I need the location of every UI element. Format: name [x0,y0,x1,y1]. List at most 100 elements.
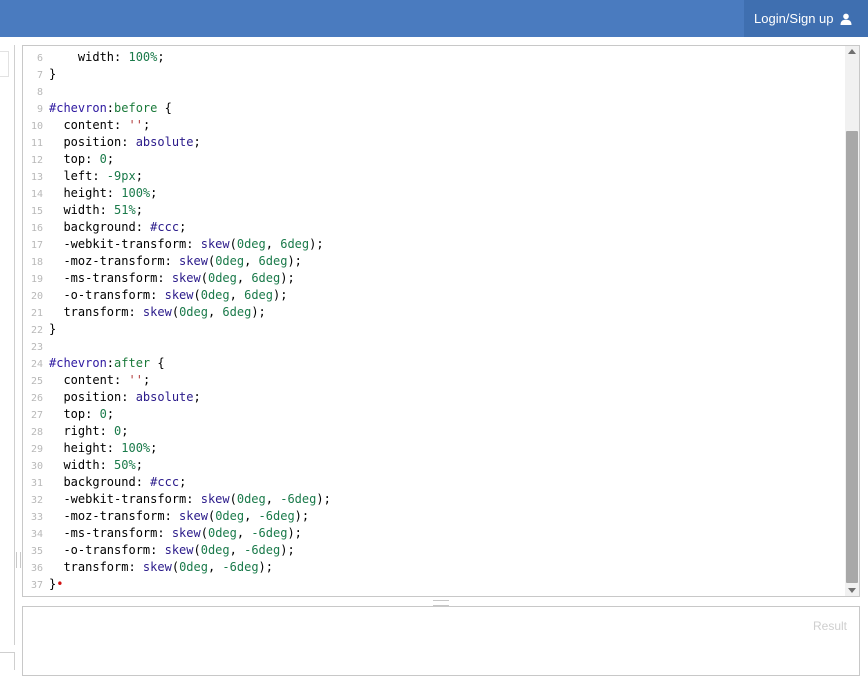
code-line[interactable]: 6 width: 100%; [23,49,845,66]
code-token: -9px [106,169,136,183]
code-token: transform: [49,560,143,574]
code-line[interactable]: 26 position: absolute; [23,389,845,406]
code-token: skew [200,237,230,251]
code-line[interactable]: 24 #chevron:after { [23,355,845,372]
code-line[interactable]: 21 transform: skew(0deg, 6deg); [23,304,845,321]
code-token: top: [49,152,100,166]
code-token: 0 [99,407,107,421]
left-panel-edge [0,45,15,645]
code-line[interactable]: 30 width: 50%; [23,457,845,474]
code-token: ); [273,288,288,302]
code-token: ( [193,543,201,557]
code-token: 0deg [179,560,208,574]
code-token: skew [142,305,172,319]
left-panel-bottom-edge [0,652,15,670]
code-line[interactable]: 33 -moz-transform: skew(0deg, -6deg); [23,508,845,525]
code-line[interactable]: 13 left: -9px; [23,168,845,185]
code-token: '' [128,118,143,132]
code-line[interactable]: 8 [23,83,845,100]
code-token: ); [316,492,331,506]
code-line[interactable]: 10 content: ''; [23,117,845,134]
line-number: 27 [30,410,43,421]
code-token: #chevron [49,101,107,115]
code-token: absolute [135,135,194,149]
code-line[interactable]: 27 top: 0; [23,406,845,423]
login-signup-button[interactable]: Login/Sign up [744,0,868,37]
code-line[interactable]: 17 -webkit-transform: skew(0deg, 6deg); [23,236,845,253]
code-line[interactable]: 31 background: #ccc; [23,474,845,491]
code-editor[interactable]: 6 width: 100%; 7} 8 9 #chevron:before {10 co… [22,45,860,597]
line-number: 8 [36,87,43,98]
code-token: : [106,356,115,370]
line-number: 36 [30,563,43,574]
code-token: 0deg [236,237,266,251]
line-number: 10 [30,121,43,132]
code-line[interactable]: 25 content: ''; [23,372,845,389]
code-token: width: [49,50,129,64]
code-token: -6deg [251,526,288,540]
code-token: 50% [114,458,136,472]
code-lines[interactable]: 6 width: 100%; 7} 8 9 #chevron:before {10 co… [23,49,845,593]
code-line[interactable]: 23 [23,338,845,355]
scroll-down-icon[interactable] [848,588,856,593]
login-signup-label: Login/Sign up [754,11,834,26]
code-line[interactable]: 20 -o-transform: skew(0deg, 6deg); [23,287,845,304]
code-line[interactable]: 14 height: 100%; [23,185,845,202]
code-line[interactable]: 35 -o-transform: skew(0deg, -6deg); [23,542,845,559]
code-token: #chevron [49,356,107,370]
line-number: 14 [30,189,43,200]
line-number: 34 [30,529,43,540]
code-token: ; [106,152,115,166]
code-token: 0deg [215,254,245,268]
code-token: after [114,356,151,370]
code-token: 0deg [200,543,230,557]
left-panel-tab[interactable] [0,51,9,77]
code-token: 6deg [244,288,273,302]
code-token: ; [142,373,151,387]
code-line[interactable]: 11 position: absolute; [23,134,845,151]
code-token: 100% [121,441,151,455]
code-line[interactable]: 36 transform: skew(0deg, -6deg); [23,559,845,576]
top-bar: Login/Sign up [0,0,868,37]
code-token: ( [200,526,208,540]
code-token: 0 [99,152,107,166]
code-token: content: [49,118,129,132]
code-token: ; [106,407,115,421]
code-line[interactable]: 16 background: #ccc; [23,219,845,236]
code-token: ; [150,441,158,455]
code-line[interactable]: 32 -webkit-transform: skew(0deg, -6deg); [23,491,845,508]
editor-vertical-scrollbar[interactable] [845,46,859,596]
code-token: ); [258,560,273,574]
line-number: 20 [30,291,43,302]
code-line[interactable]: 18 -moz-transform: skew(0deg, 6deg); [23,253,845,270]
scrollbar-thumb[interactable] [846,131,858,583]
code-token: } [49,67,57,81]
code-token: ; [179,475,187,489]
code-line[interactable]: 12 top: 0; [23,151,845,168]
code-line[interactable]: 34 -ms-transform: skew(0deg, -6deg); [23,525,845,542]
line-number: 11 [30,138,43,149]
code-line[interactable]: 22} [23,321,845,338]
code-line[interactable]: 7} [23,66,845,83]
code-token: 0deg [215,509,245,523]
code-token: -6deg [244,543,281,557]
code-line[interactable]: 37}• [23,576,845,593]
code-line[interactable]: 9 #chevron:before { [23,100,845,117]
code-token: ); [294,509,310,523]
code-token: -6deg [258,509,295,523]
code-token: } [49,322,57,336]
vertical-resize-handle[interactable] [16,552,21,568]
code-token: 0deg [236,492,266,506]
code-token: , [236,271,252,285]
code-line[interactable]: 28 right: 0; [23,423,845,440]
code-line[interactable]: 15 width: 51%; [23,202,845,219]
line-number: 9 [36,104,43,115]
line-number: 26 [30,393,43,404]
code-token: top: [49,407,100,421]
scroll-up-icon[interactable] [848,49,856,54]
code-token: 100% [128,50,158,64]
line-number: 30 [30,461,43,472]
code-line[interactable]: 19 -ms-transform: skew(0deg, 6deg); [23,270,845,287]
line-number: 6 [36,53,43,64]
code-line[interactable]: 29 height: 100%; [23,440,845,457]
